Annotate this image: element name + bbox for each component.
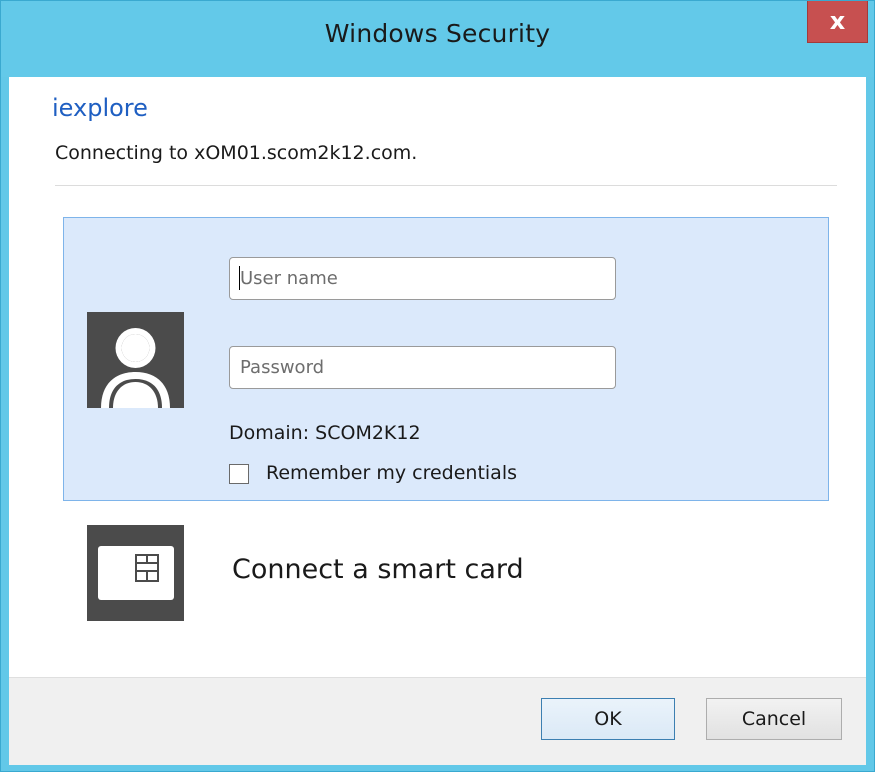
connect-smart-card-option[interactable]: Connect a smart card (232, 554, 524, 585)
windows-security-dialog: Windows Security x iexplore Connecting t… (0, 0, 875, 772)
divider (55, 185, 837, 186)
cancel-button[interactable]: Cancel (706, 698, 842, 740)
close-icon: x (829, 7, 846, 35)
remember-credentials-checkbox[interactable] (229, 464, 249, 484)
username-input[interactable] (229, 257, 616, 300)
smart-card-svg (98, 546, 174, 600)
title-bar[interactable]: Windows Security x (1, 1, 874, 77)
dialog-content: iexplore Connecting to xOM01.scom2k12.co… (9, 77, 866, 765)
close-button[interactable]: x (807, 1, 868, 43)
password-input[interactable] (229, 346, 616, 389)
domain-label: Domain: SCOM2K12 (229, 422, 421, 444)
ok-button[interactable]: OK (541, 698, 675, 740)
text-caret (239, 266, 240, 290)
smart-card-icon[interactable] (87, 525, 184, 621)
app-name-heading: iexplore (52, 94, 148, 122)
connecting-message: Connecting to xOM01.scom2k12.com. (55, 142, 418, 164)
user-silhouette-icon (87, 312, 184, 408)
button-bar: OK Cancel (9, 677, 866, 765)
user-silhouette-svg (101, 328, 170, 408)
window-title: Windows Security (324, 19, 551, 48)
remember-credentials-label[interactable]: Remember my credentials (266, 462, 517, 484)
